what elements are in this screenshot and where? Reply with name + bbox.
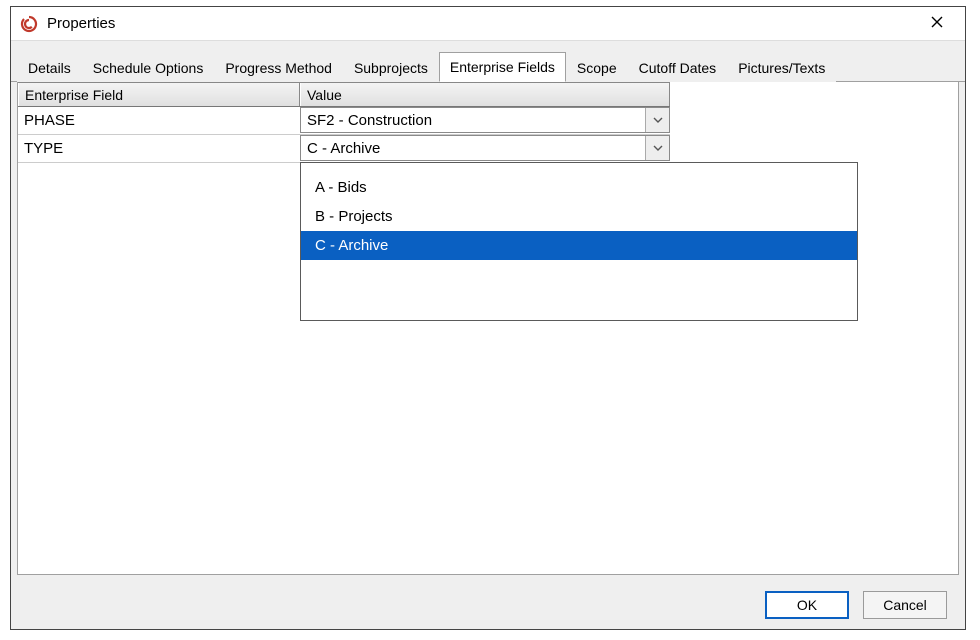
cancel-button[interactable]: Cancel [863, 591, 947, 619]
type-value: C - Archive [301, 140, 645, 157]
app-icon [19, 14, 39, 34]
close-button[interactable] [917, 7, 957, 40]
tab-details[interactable]: Details [17, 53, 82, 82]
table-row: TYPE C - Archive [18, 135, 670, 163]
close-icon [931, 15, 943, 33]
chevron-down-icon [645, 108, 669, 132]
properties-dialog: Properties Details Schedule Options Prog… [10, 6, 966, 630]
tab-progress-method[interactable]: Progress Method [214, 53, 343, 82]
column-header-value[interactable]: Value [300, 83, 670, 106]
field-label-phase: PHASE [18, 107, 300, 134]
type-dropdown: A - Bids B - Projects C - Archive [300, 162, 858, 321]
chevron-down-icon [645, 136, 669, 160]
window-title: Properties [47, 15, 917, 32]
dropdown-spacer [301, 260, 857, 310]
tab-cutoff-dates[interactable]: Cutoff Dates [628, 53, 728, 82]
tab-pictures-texts[interactable]: Pictures/Texts [727, 53, 836, 82]
field-label-type: TYPE [18, 135, 300, 162]
phase-value: SF2 - Construction [301, 112, 645, 129]
ok-button[interactable]: OK [765, 591, 849, 619]
button-bar: OK Cancel [11, 581, 965, 629]
grid-header: Enterprise Field Value [18, 83, 670, 107]
titlebar: Properties [11, 7, 965, 41]
type-combo[interactable]: C - Archive [300, 135, 670, 161]
table-row: PHASE SF2 - Construction [18, 107, 670, 135]
tab-enterprise-fields[interactable]: Enterprise Fields [439, 52, 566, 82]
tab-schedule-options[interactable]: Schedule Options [82, 53, 215, 82]
column-header-field[interactable]: Enterprise Field [18, 83, 300, 106]
enterprise-fields-grid: Enterprise Field Value PHASE SF2 - Const… [18, 82, 670, 163]
phase-combo[interactable]: SF2 - Construction [300, 107, 670, 133]
tab-scope[interactable]: Scope [566, 53, 628, 82]
tab-subprojects[interactable]: Subprojects [343, 53, 439, 82]
dropdown-option-b-projects[interactable]: B - Projects [301, 202, 857, 231]
dropdown-option-c-archive[interactable]: C - Archive [301, 231, 857, 260]
dropdown-option-a-bids[interactable]: A - Bids [301, 173, 857, 202]
enterprise-fields-panel: Enterprise Field Value PHASE SF2 - Const… [17, 82, 959, 575]
tabstrip: Details Schedule Options Progress Method… [11, 41, 965, 82]
